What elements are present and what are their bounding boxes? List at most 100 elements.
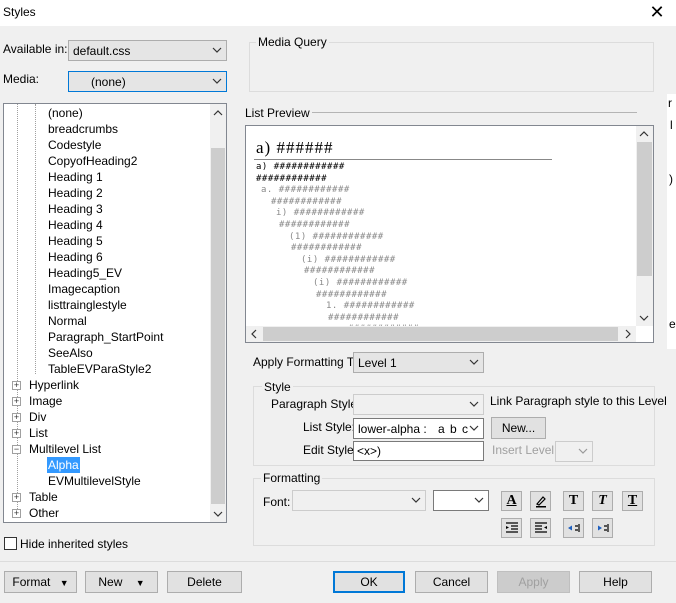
background-text-r: r	[668, 96, 672, 110]
window-title: Styles	[3, 5, 36, 19]
chevron-up-icon[interactable]	[212, 107, 224, 119]
underline-icon[interactable]: T	[622, 491, 643, 511]
tree-item[interactable]: Paragraph_StartPoint	[48, 329, 163, 345]
preview-line: 1. ############	[326, 301, 415, 312]
chevron-left-icon[interactable]	[248, 328, 260, 340]
chevron-right-icon[interactable]	[622, 328, 634, 340]
decrease-indent-icon[interactable]	[501, 518, 522, 538]
preview-heading: a) ######	[256, 138, 334, 157]
chevron-up-icon[interactable]	[638, 128, 650, 140]
preview-line: ############	[271, 196, 343, 207]
paragraph-style-label: Paragraph Style:	[271, 397, 361, 411]
new-list-style-button[interactable]: New...	[491, 417, 546, 439]
font-color-icon[interactable]: A	[501, 491, 522, 511]
bold-icon[interactable]: T	[563, 491, 584, 511]
preview-vscroll-thumb[interactable]	[637, 142, 652, 276]
chevron-down-icon	[469, 425, 479, 431]
background-window-edge	[667, 94, 676, 349]
available-in-label: Available in:	[3, 42, 68, 56]
tree-group[interactable]: Multilevel List	[29, 441, 101, 457]
expand-icon[interactable]: +	[12, 397, 21, 406]
chevron-down-icon	[469, 359, 479, 365]
highlight-icon[interactable]	[530, 491, 551, 511]
available-in-select[interactable]: default.css	[68, 40, 227, 61]
expand-icon[interactable]: +	[12, 493, 21, 502]
tree-item[interactable]: listtrainglestyle	[48, 297, 127, 313]
tree-group[interactable]: Div	[29, 409, 46, 425]
caret-down-icon: ▼	[59, 578, 69, 588]
paragraph-style-select[interactable]	[353, 394, 484, 415]
tree-scroll-thumb[interactable]	[211, 148, 225, 504]
preview-line: ############	[291, 243, 363, 254]
expand-icon[interactable]: +	[12, 429, 21, 438]
chevron-down-icon	[212, 47, 222, 53]
outdent-icon[interactable]	[563, 518, 584, 538]
tree-item[interactable]: Normal	[48, 313, 87, 329]
tree-group[interactable]: Image	[29, 393, 62, 409]
apply-formatting-select[interactable]: Level 1	[353, 352, 484, 373]
format-button-label: Format	[12, 575, 51, 589]
edit-style-input[interactable]: <x>)	[353, 441, 484, 461]
list-preview-pane: a) ###### a) ############ ############ a. …	[245, 125, 654, 343]
tree-item[interactable]: Heading5_EV	[48, 265, 122, 281]
preview-hscroll-thumb[interactable]	[263, 327, 618, 341]
close-icon[interactable]: ✕	[646, 2, 668, 24]
tree-item[interactable]: EVMultilevelStyle	[48, 473, 141, 489]
preview-line: i) ############	[276, 208, 365, 219]
help-button[interactable]: Help	[579, 571, 652, 593]
tree-item[interactable]: (none)	[48, 105, 83, 121]
tree-item[interactable]: Heading 2	[48, 185, 103, 201]
tree-item[interactable]: CopyofHeading2	[48, 153, 137, 169]
expand-icon[interactable]: +	[12, 509, 21, 518]
tree-item[interactable]: Heading 5	[48, 233, 103, 249]
tree-item[interactable]: Imagecaption	[48, 281, 120, 297]
tree-item[interactable]: Codestyle	[48, 137, 101, 153]
link-paragraph-label: Link Paragraph style to this Level	[490, 394, 667, 408]
expand-icon[interactable]: +	[12, 381, 21, 390]
preview-line: ############	[316, 289, 388, 300]
apply-button[interactable]: Apply	[497, 571, 570, 593]
chevron-down-icon[interactable]	[638, 312, 650, 324]
tree-item[interactable]: Heading 4	[48, 217, 103, 233]
preview-line: a. ############	[261, 185, 350, 196]
tree-item[interactable]: breadcrumbs	[48, 121, 118, 137]
increase-indent-icon[interactable]	[530, 518, 551, 538]
tree-item[interactable]: SeeAlso	[48, 345, 93, 361]
tree-group[interactable]: Other	[29, 505, 59, 521]
preview-heading-rule	[254, 159, 552, 160]
font-label: Font:	[263, 495, 291, 509]
tree-item[interactable]: Heading 6	[48, 249, 103, 265]
tree-line	[35, 104, 36, 374]
tree-group[interactable]: List	[29, 425, 48, 441]
chevron-down-icon	[411, 497, 421, 503]
list-preview-label: List Preview	[245, 106, 310, 120]
apply-formatting-value: Level 1	[358, 356, 397, 370]
tree-group[interactable]: Hyperlink	[29, 377, 79, 393]
media-select[interactable]: (none)	[68, 71, 227, 92]
tree-item[interactable]: Heading 1	[48, 169, 103, 185]
indent-icon[interactable]	[592, 518, 613, 538]
font-size-select[interactable]	[433, 490, 489, 511]
font-select[interactable]	[292, 490, 426, 511]
collapse-icon[interactable]: −	[12, 445, 21, 454]
expand-icon[interactable]: +	[12, 413, 21, 422]
new-button[interactable]: New ▼	[85, 571, 158, 593]
tree-group[interactable]: Table	[29, 489, 58, 505]
edit-style-value: <x>)	[357, 444, 382, 458]
preview-line: a) ############	[256, 162, 345, 172]
format-button[interactable]: Format ▼	[4, 571, 77, 593]
italic-icon[interactable]: T	[592, 491, 613, 511]
ok-button[interactable]: OK	[333, 571, 405, 593]
tree-item[interactable]: TableEVParaStyle2	[48, 361, 151, 377]
list-style-select[interactable]: lower-alpha : a b c	[353, 418, 484, 439]
insert-level-select[interactable]	[555, 441, 593, 462]
chevron-down-icon	[578, 448, 588, 454]
cancel-button[interactable]: Cancel	[415, 571, 488, 593]
chevron-down-icon[interactable]	[212, 508, 224, 520]
hide-inherited-checkbox[interactable]	[4, 537, 17, 550]
available-in-value: default.css	[73, 44, 131, 58]
title-bar	[0, 0, 676, 26]
tree-item[interactable]: Alpha	[47, 457, 80, 473]
tree-item[interactable]: Heading 3	[48, 201, 103, 217]
delete-button[interactable]: Delete	[167, 571, 242, 593]
